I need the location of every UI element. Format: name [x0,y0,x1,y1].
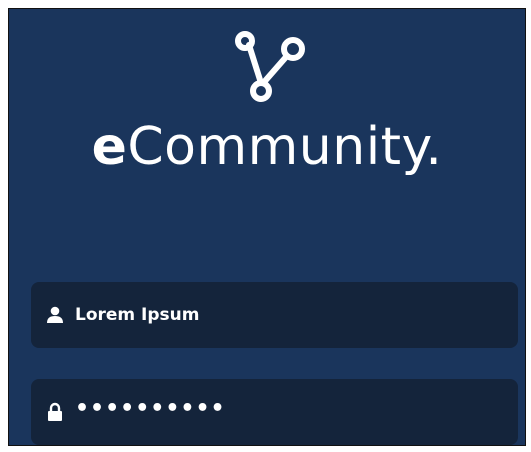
user-icon [45,304,65,326]
brand-title-first: e [91,117,128,177]
connection-nodes-icon [231,29,311,107]
username-value: Lorem Ipsum [75,305,200,325]
password-field[interactable]: •••••••••• [31,379,518,445]
username-field[interactable]: Lorem Ipsum [31,282,518,348]
brand-title: eCommunity. [9,117,525,177]
brand-title-rest: Community [127,117,426,177]
login-panel: eCommunity. Lorem Ipsum •••••••••• [8,8,526,446]
lock-icon [45,401,65,423]
brand-title-dot: . [425,117,443,177]
password-value: •••••••••• [75,396,226,421]
